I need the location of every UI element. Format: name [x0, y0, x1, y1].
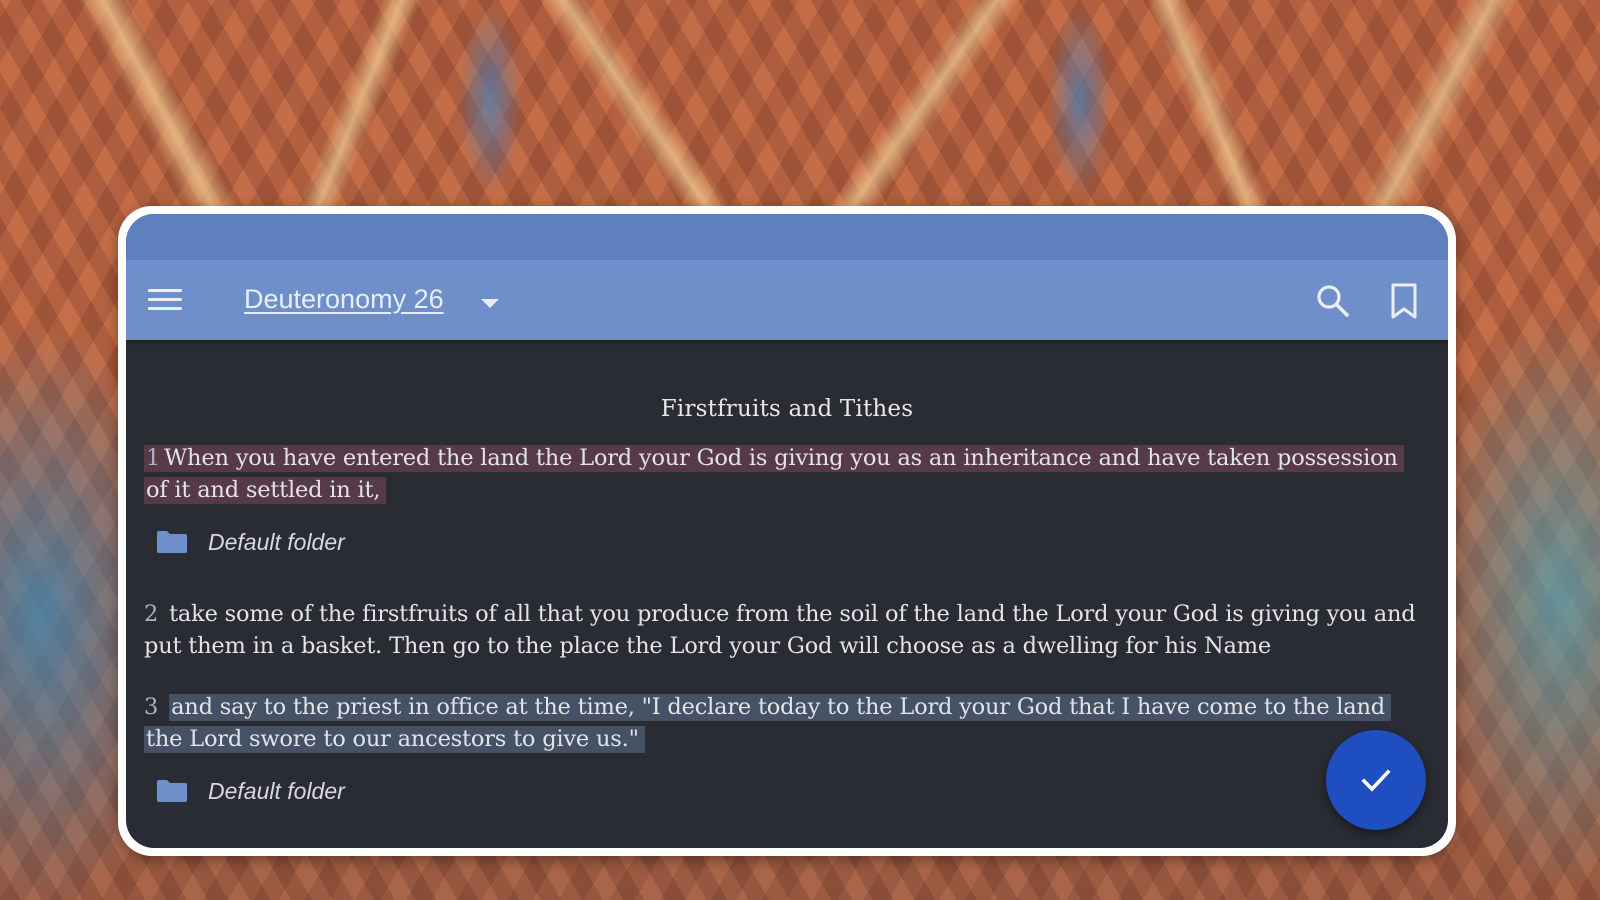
app-screen: Deuteronomy 26 Firstfruits and Tithes 1W…: [126, 214, 1448, 848]
app-window: Deuteronomy 26 Firstfruits and Tithes 1W…: [118, 206, 1456, 856]
verse-folder-tag[interactable]: Default folder: [156, 774, 345, 808]
status-bar: [126, 214, 1448, 260]
folder-label: Default folder: [208, 528, 345, 555]
verse-text: take some of the firstfruits of all that…: [144, 601, 1416, 659]
chapter-selector[interactable]: Deuteronomy 26: [244, 284, 444, 315]
checkmark-icon: [1361, 769, 1391, 792]
search-icon[interactable]: [1314, 282, 1352, 320]
chevron-down-icon[interactable]: [481, 299, 499, 308]
verse-1[interactable]: 1 When you have entered the land the Lord…: [144, 442, 1424, 506]
folder-icon: [156, 779, 188, 803]
verse-folder-tag[interactable]: Default folder: [156, 525, 345, 559]
confirm-button[interactable]: [1326, 730, 1426, 830]
passage-content: Firstfruits and Tithes 1 When you have en…: [126, 340, 1448, 848]
bookmark-icon[interactable]: [1388, 282, 1420, 320]
verse-highlight: and say to the priest in office at the t…: [144, 694, 1391, 753]
menu-icon[interactable]: [148, 285, 182, 313]
folder-label: Default folder: [208, 777, 345, 804]
section-heading: Firstfruits and Tithes: [660, 396, 914, 422]
verse-text: and say to the priest in office at the t…: [146, 694, 1385, 752]
verse-number: 1: [146, 445, 161, 471]
verse-number: 3: [144, 694, 159, 720]
verse-number: 2: [144, 601, 159, 627]
verse-highlight: 1 When you have entered the land the Lord…: [144, 445, 1404, 504]
verse-text: When you have entered the land the Lord …: [146, 445, 1398, 503]
app-toolbar: Deuteronomy 26: [126, 260, 1448, 340]
verse-3[interactable]: 3 and say to the priest in office at the…: [144, 691, 1424, 755]
folder-icon: [156, 530, 188, 554]
verse-2[interactable]: 2 take some of the firstfruits of all th…: [144, 598, 1424, 662]
